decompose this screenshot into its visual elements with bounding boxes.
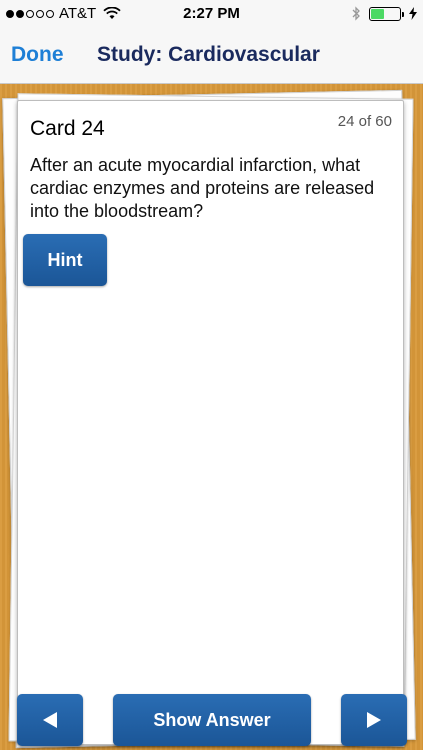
battery-fill: [371, 8, 384, 19]
triangle-right-icon: [367, 712, 381, 728]
done-button[interactable]: Done: [11, 43, 64, 67]
charging-bolt-icon: [409, 7, 417, 20]
page-title: Study: Cardiovascular: [97, 43, 320, 66]
flashcard: Card 24 24 of 60 After an acute myocardi…: [17, 100, 404, 745]
card-question: After an acute myocardial infarction, wh…: [30, 155, 375, 221]
status-bar: AT&T 2:27 PM: [0, 0, 423, 28]
previous-card-button[interactable]: [17, 694, 83, 746]
status-right: [352, 6, 417, 21]
hint-button[interactable]: Hint: [23, 234, 107, 286]
card-counter: 24 of 60: [337, 113, 392, 130]
triangle-left-icon: [43, 712, 57, 728]
navigation-bar: Done Study: Cardiovascular: [0, 28, 423, 84]
next-card-button[interactable]: [341, 694, 407, 746]
battery-icon: [369, 6, 404, 21]
show-answer-button[interactable]: Show Answer: [113, 694, 311, 746]
bluetooth-icon: [352, 6, 360, 21]
card-title: Card 24: [30, 117, 105, 140]
